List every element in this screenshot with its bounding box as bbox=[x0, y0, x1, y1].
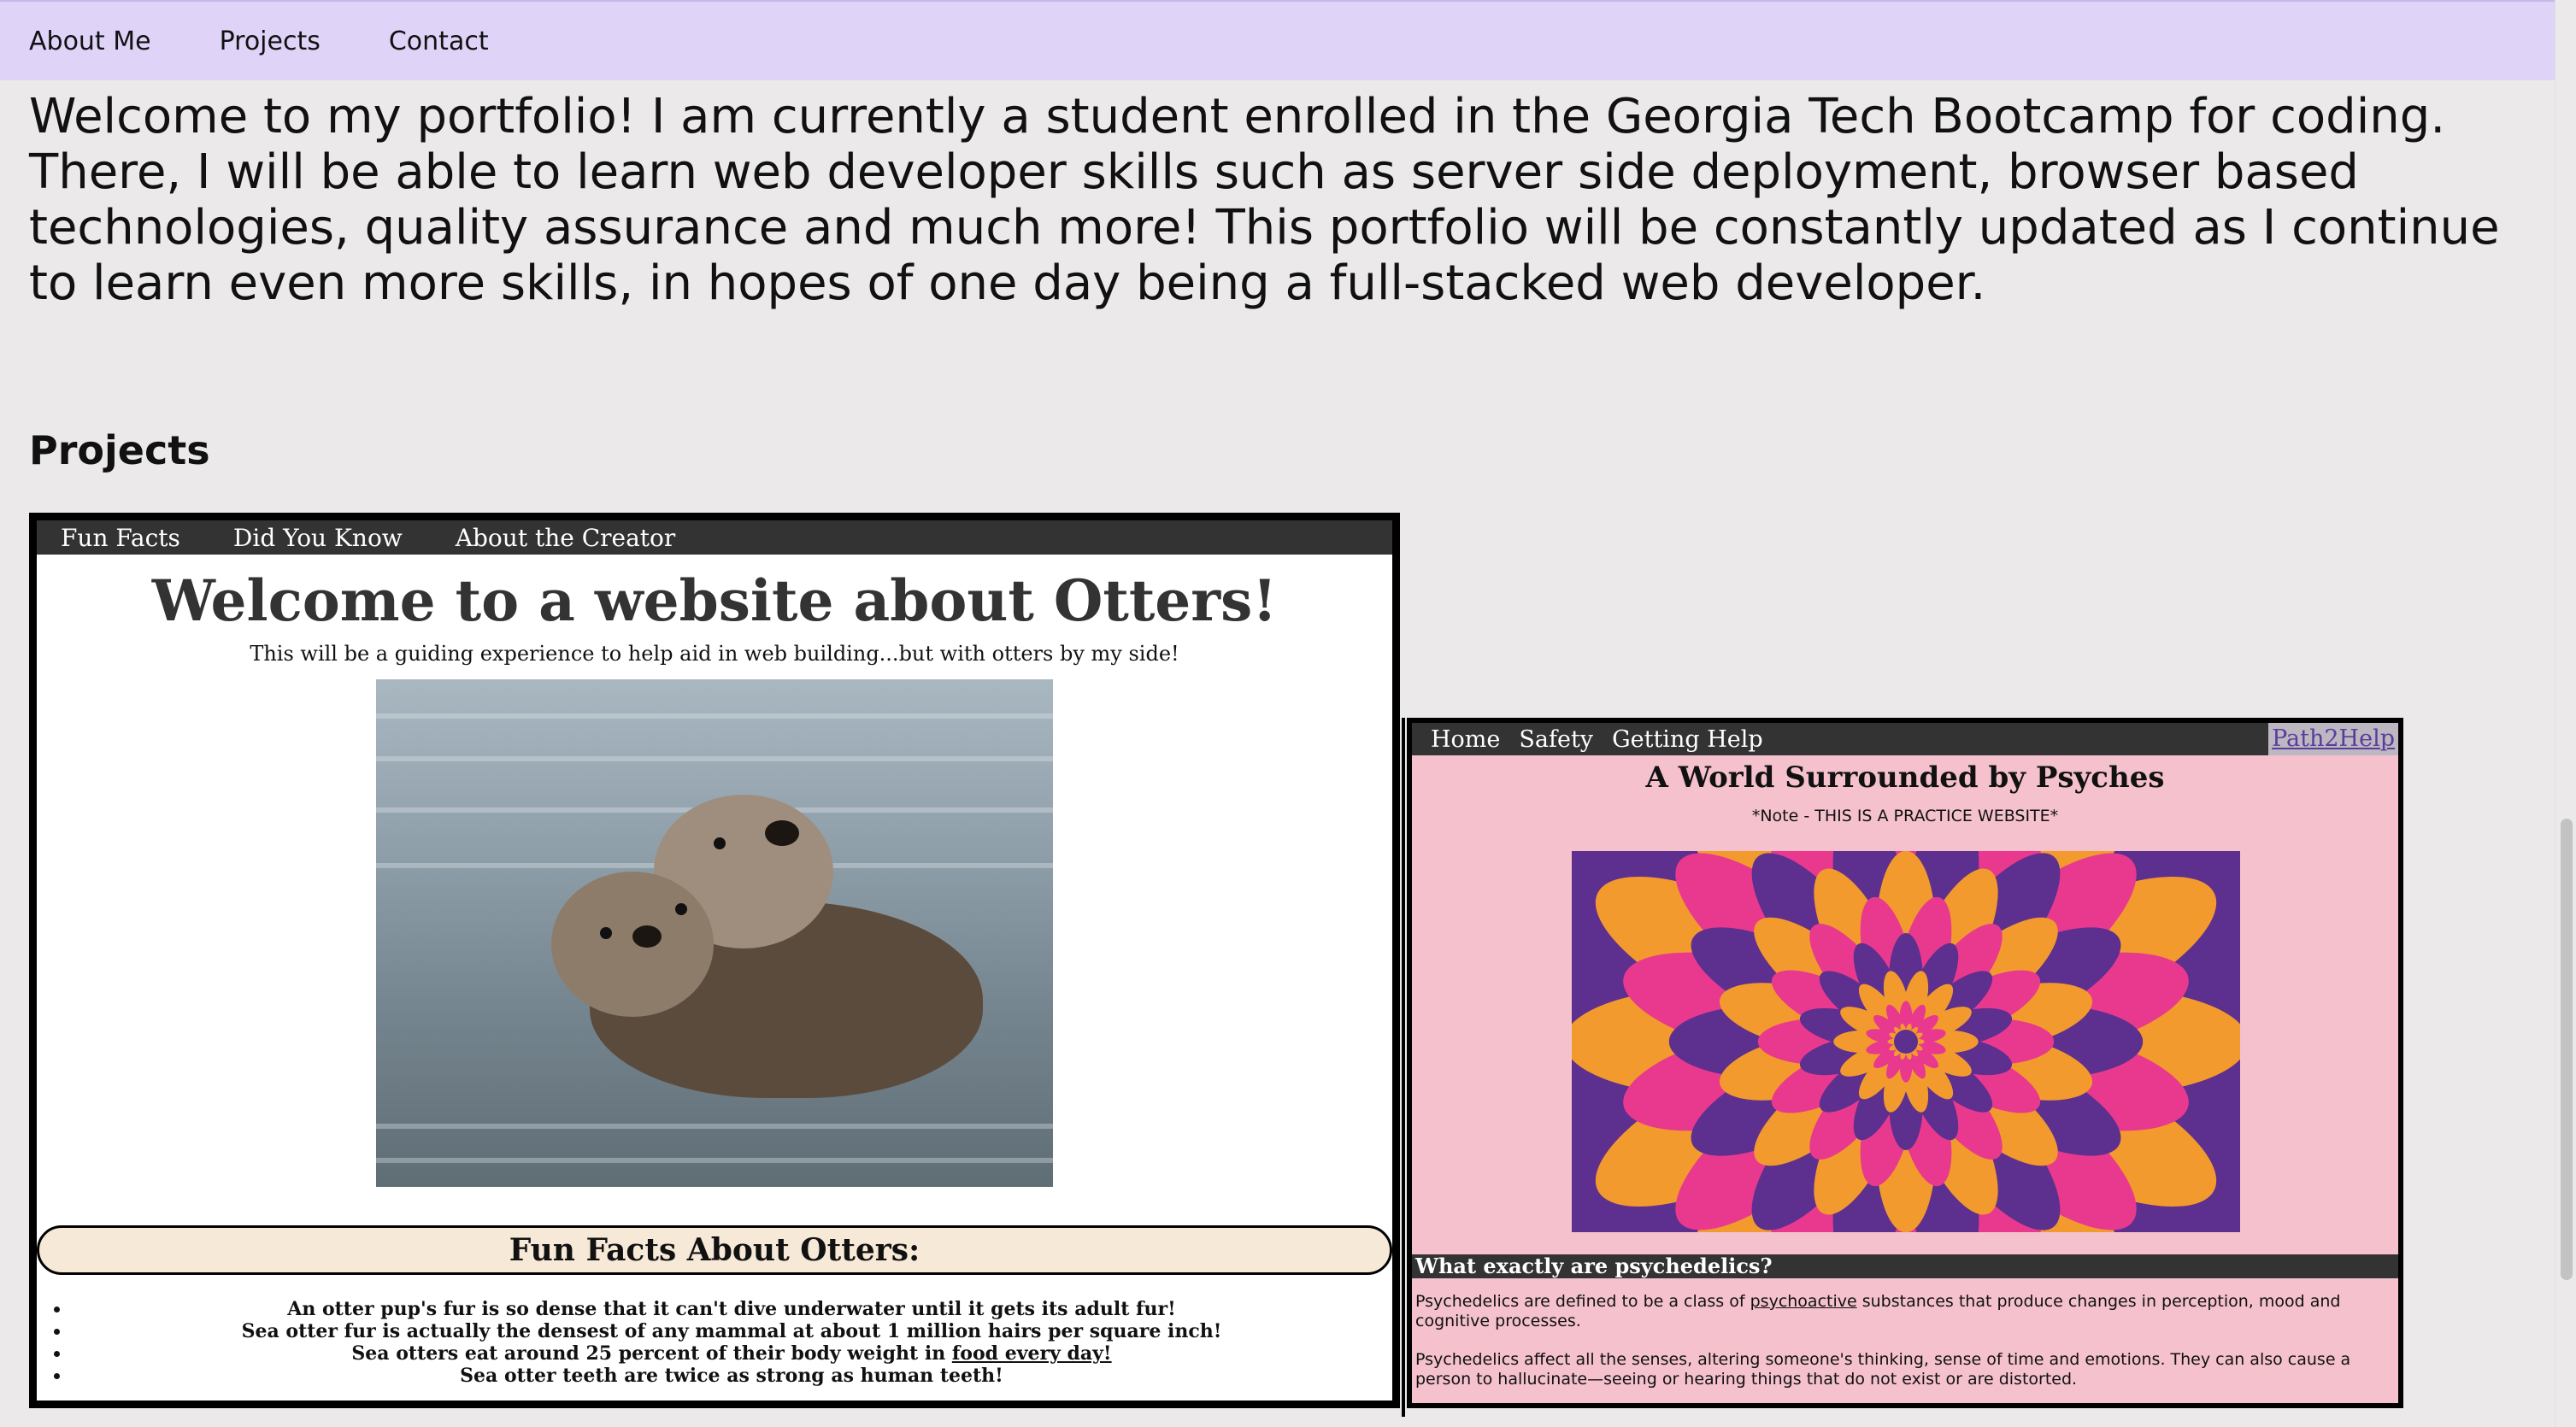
otter-navbar: Fun Facts Did You Know About the Creator bbox=[37, 520, 1392, 555]
otter-nav-about-creator[interactable]: About the Creator bbox=[456, 524, 676, 552]
nav-projects[interactable]: Projects bbox=[220, 26, 321, 56]
fun-facts-list: An otter pup's fur is so dense that it c… bbox=[37, 1298, 1392, 1387]
psyches-note: *Note - THIS IS A PRACTICE WEBSITE* bbox=[1751, 807, 2059, 825]
nav-about-me[interactable]: About Me bbox=[29, 26, 151, 56]
otter-title: Welcome to a website about Otters! bbox=[151, 567, 1278, 634]
list-item: Sea otters eat around 25 percent of thei… bbox=[71, 1342, 1392, 1365]
nav-contact[interactable]: Contact bbox=[389, 26, 489, 56]
scrollbar-thumb[interactable] bbox=[2561, 819, 2573, 1280]
list-item: Sea otter teeth are twice as strong as h… bbox=[71, 1365, 1392, 1387]
intro-text: Welcome to my portfolio! I am currently … bbox=[29, 89, 2500, 311]
top-navbar: About Me Projects Contact bbox=[0, 0, 2555, 80]
otter-subtitle: This will be a guiding experience to hel… bbox=[250, 642, 1179, 666]
psyches-paragraph-1: Psychedelics are defined to be a class o… bbox=[1415, 1292, 2381, 1331]
otter-nav-did-you-know[interactable]: Did You Know bbox=[233, 524, 403, 552]
otter-photo bbox=[376, 679, 1053, 1187]
psy-brand-link[interactable]: Path2Help bbox=[2268, 723, 2398, 755]
psy-nav-getting-help[interactable]: Getting Help bbox=[1612, 726, 1763, 753]
projects-heading: Projects bbox=[29, 427, 210, 473]
fun-facts-heading: Fun Facts About Otters: bbox=[37, 1225, 1392, 1275]
food-link[interactable]: food every day! bbox=[952, 1342, 1112, 1365]
psyches-question-heading: What exactly are psychedelics? bbox=[1412, 1254, 2398, 1278]
psy-nav-home[interactable]: Home bbox=[1431, 726, 1500, 753]
fact-text: Sea otters eat around 25 percent of thei… bbox=[351, 1342, 952, 1365]
p1-text: Psychedelics are defined to be a class o… bbox=[1415, 1292, 1750, 1311]
psyches-project-card[interactable]: Home Safety Getting Help Path2Help A Wor… bbox=[1407, 718, 2403, 1408]
psy-nav-safety[interactable]: Safety bbox=[1519, 726, 1593, 753]
list-item: Sea otter fur is actually the densest of… bbox=[71, 1320, 1392, 1342]
psyches-title: A World Surrounded by Psyches bbox=[1645, 760, 2165, 795]
card-divider bbox=[1402, 718, 1405, 1417]
psyches-navbar: Home Safety Getting Help Path2Help bbox=[1412, 723, 2398, 755]
psychedelic-flower-image bbox=[1572, 851, 2240, 1232]
psyches-paragraph-2: Psychedelics affect all the senses, alte… bbox=[1415, 1350, 2351, 1389]
otter-nav-fun-facts[interactable]: Fun Facts bbox=[61, 524, 180, 552]
list-item: An otter pup's fur is so dense that it c… bbox=[71, 1298, 1392, 1320]
otter-project-card[interactable]: Fun Facts Did You Know About the Creator… bbox=[29, 513, 1400, 1408]
psychoactive-link[interactable]: psychoactive bbox=[1750, 1292, 1857, 1311]
scrollbar-track[interactable] bbox=[2555, 0, 2576, 1427]
